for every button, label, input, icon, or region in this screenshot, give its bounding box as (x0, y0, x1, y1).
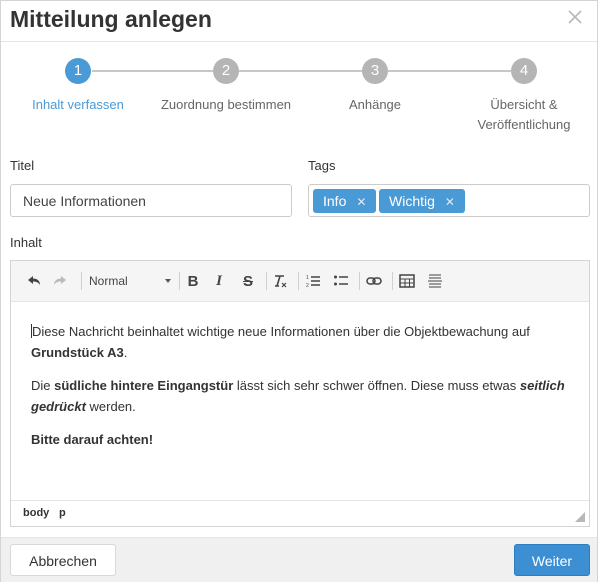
content-label: Inhalt (10, 235, 42, 250)
element-path-body[interactable]: body (23, 507, 49, 519)
element-path-p[interactable]: p (59, 507, 66, 519)
tags-input[interactable]: Info ✕ Wichtig ✕ (308, 184, 590, 217)
dialog-title: Mitteilung anlegen (10, 6, 212, 32)
content-paragraph: Die südliche hintere Eingangstür lässt s… (31, 378, 565, 414)
tag-label: Info (323, 193, 347, 209)
step-1-indicator[interactable]: 1 (65, 58, 91, 84)
cancel-button[interactable]: Abbrechen (10, 544, 116, 576)
editor-statusbar: body p (11, 500, 589, 526)
toolbar-separator (179, 272, 180, 290)
step-2-label: Zuordnung bestimmen (160, 97, 292, 112)
svg-text:2: 2 (306, 283, 309, 289)
remove-tag-icon[interactable]: ✕ (445, 190, 455, 214)
redo-icon[interactable] (49, 270, 71, 292)
next-button[interactable]: Weiter (514, 544, 590, 576)
chevron-down-icon (165, 279, 171, 283)
italic-icon[interactable]: I (208, 270, 230, 292)
bullet-list-icon[interactable] (330, 270, 352, 292)
tags-label: Tags (308, 158, 336, 173)
format-select[interactable]: Normal (89, 270, 171, 292)
content-paragraph: Bitte darauf achten! (31, 432, 154, 447)
strikethrough-icon[interactable]: S (237, 270, 259, 292)
title-input[interactable]: Neue Informationen (10, 184, 292, 217)
dialog-header: Mitteilung anlegen (1, 1, 597, 42)
dialog-footer: Abbrechen Weiter (1, 537, 597, 582)
svg-text:1: 1 (306, 275, 309, 281)
title-label: Titel (10, 158, 35, 173)
step-connector (92, 70, 213, 72)
tag-chip: Info ✕ (313, 189, 377, 214)
clear-format-icon[interactable] (269, 270, 291, 292)
step-1-label: Inhalt verfassen (32, 97, 124, 112)
create-message-dialog: Mitteilung anlegen 1 2 3 4 Inhalt verfas… (0, 0, 598, 582)
toolbar-separator (266, 272, 267, 290)
step-3-indicator[interactable]: 3 (362, 58, 388, 84)
tag-label: Wichtig (389, 193, 435, 209)
step-3-label: Anhänge (348, 97, 402, 112)
toolbar-separator (81, 272, 82, 290)
tag-chip: Wichtig ✕ (379, 189, 465, 213)
format-select-value: Normal (89, 274, 128, 288)
bold-icon[interactable]: B (182, 270, 204, 292)
table-icon[interactable] (396, 270, 418, 292)
wizard-stepper: 1 2 3 4 Inhalt verfassen Zuordnung besti… (1, 58, 597, 138)
step-connector (239, 70, 362, 72)
horizontal-rule-icon[interactable] (424, 270, 446, 292)
remove-tag-icon[interactable]: ✕ (356, 190, 366, 214)
editor-toolbar: Normal B I S 12 (11, 261, 589, 302)
content-paragraph: Diese Nachricht beinhaltet wichtige neue… (31, 324, 530, 360)
step-2-indicator[interactable]: 2 (213, 58, 239, 84)
editor-content[interactable]: Diese Nachricht beinhaltet wichtige neue… (31, 321, 571, 462)
undo-icon[interactable] (23, 270, 45, 292)
rich-text-editor: Normal B I S 12 Diese Nachricht beinhalt… (10, 260, 590, 527)
step-4-label: Übersicht & Veröffentlichung (477, 97, 571, 132)
toolbar-separator (392, 272, 393, 290)
resize-handle-icon[interactable] (575, 512, 585, 522)
ordered-list-icon[interactable]: 12 (302, 270, 324, 292)
close-icon[interactable] (565, 7, 585, 27)
toolbar-separator (298, 272, 299, 290)
toolbar-separator (359, 272, 360, 290)
link-icon[interactable] (363, 270, 385, 292)
step-4-indicator[interactable]: 4 (511, 58, 537, 84)
title-input-value: Neue Informationen (23, 193, 146, 209)
step-connector (388, 70, 511, 72)
